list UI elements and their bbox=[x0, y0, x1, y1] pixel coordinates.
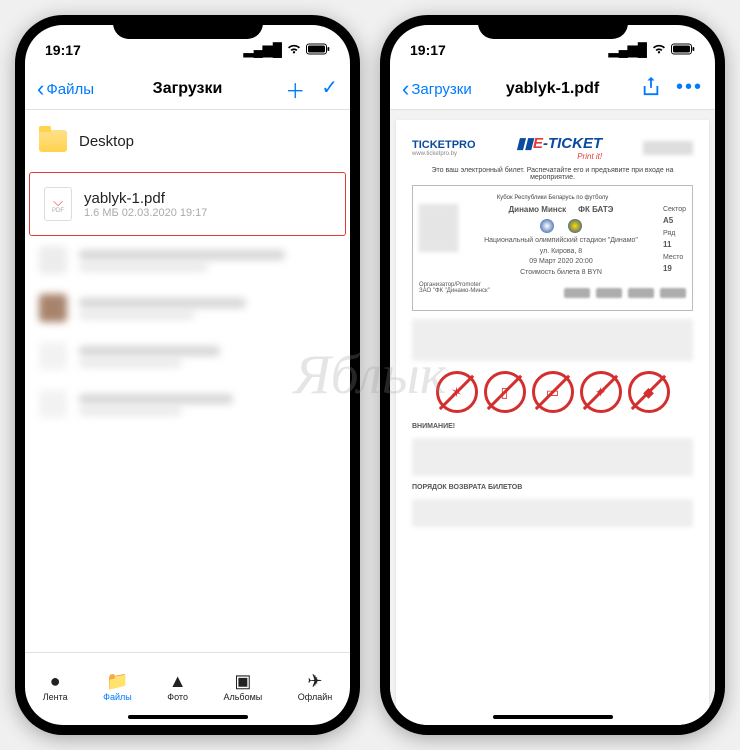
chevron-left-icon: ‹ bbox=[402, 78, 409, 100]
signal-icon: ▂▄▆█ bbox=[244, 42, 282, 58]
file-row-pdf[interactable]: ⌵PDF yablyk-1.pdf 1.6 МБ 02.03.2020 19:1… bbox=[29, 172, 346, 236]
more-button[interactable]: ••• bbox=[676, 76, 703, 102]
team-logo-icon bbox=[568, 219, 582, 233]
tab-offline[interactable]: ✈ Офлайн bbox=[298, 672, 332, 702]
share-button[interactable] bbox=[642, 76, 660, 102]
pdf-viewer[interactable]: TICKETPRO www.ticketpro.by ▮▮E-TICKET Pr… bbox=[390, 110, 715, 725]
photo-icon: ▲ bbox=[169, 672, 187, 690]
chevron-left-icon: ‹ bbox=[37, 78, 44, 100]
back-button[interactable]: ‹ Файлы bbox=[37, 78, 94, 100]
notch bbox=[478, 15, 628, 39]
add-button[interactable]: ＋ bbox=[285, 75, 305, 104]
file-list: Desktop ⌵PDF yablyk-1.pdf 1.6 МБ 02.03.2… bbox=[25, 110, 350, 652]
pdf-icon: ⌵PDF bbox=[44, 187, 72, 221]
file-meta: 1.6 МБ 02.03.2020 19:17 bbox=[84, 207, 331, 219]
list-item bbox=[25, 284, 350, 332]
refund-text bbox=[412, 499, 693, 527]
ticket-box: Кубок Республики Беларусь по футболу Дин… bbox=[412, 185, 693, 311]
no-bottles-icon: ▯ bbox=[484, 371, 526, 413]
files-icon: 📁 bbox=[106, 672, 128, 690]
phone-left: 19:17 ▂▄▆█ ‹ Файлы Загрузки ＋ ✓ bbox=[15, 15, 360, 735]
pdf-document: TICKETPRO www.ticketpro.by ▮▮E-TICKET Pr… bbox=[396, 120, 709, 725]
notch bbox=[113, 15, 263, 39]
no-glass-icon: ◆ bbox=[628, 371, 670, 413]
feed-icon: ● bbox=[50, 672, 61, 690]
doc-subtitle: Это ваш электронный билет. Распечатайте … bbox=[412, 167, 693, 181]
home-indicator[interactable] bbox=[493, 715, 613, 719]
warning-text bbox=[412, 438, 693, 476]
no-weapons-icon: ✶ bbox=[436, 371, 478, 413]
battery-icon bbox=[306, 43, 330, 58]
back-button[interactable]: ‹ Загрузки bbox=[402, 78, 472, 100]
list-item bbox=[25, 380, 350, 428]
confirm-button[interactable]: ✓ bbox=[321, 75, 338, 104]
battery-icon bbox=[671, 43, 695, 58]
back-label: Загрузки bbox=[411, 81, 471, 98]
team-logo-icon bbox=[540, 219, 554, 233]
tab-files[interactable]: 📁 Файлы bbox=[103, 672, 132, 702]
barcode-icon bbox=[419, 204, 459, 252]
phone-right: 19:17 ▂▄▆█ ‹ Загрузки yablyk-1.pdf bbox=[380, 15, 725, 735]
albums-icon: ▣ bbox=[234, 672, 251, 690]
back-label: Файлы bbox=[46, 81, 94, 98]
prohibition-icons: ✶ ▯ ▭ ✦ ◆ bbox=[412, 371, 693, 413]
team-away: ФК БАТЭ bbox=[578, 204, 613, 216]
no-fire-icon: ✦ bbox=[580, 371, 622, 413]
signal-icon: ▂▄▆█ bbox=[609, 42, 647, 58]
navbar: ‹ Файлы Загрузки ＋ ✓ bbox=[25, 69, 350, 110]
screen-right: 19:17 ▂▄▆█ ‹ Загрузки yablyk-1.pdf bbox=[390, 25, 715, 725]
home-indicator[interactable] bbox=[128, 715, 248, 719]
tab-feed[interactable]: ● Лента bbox=[43, 672, 68, 702]
folder-icon bbox=[39, 130, 67, 152]
page-title: yablyk-1.pdf bbox=[506, 80, 599, 98]
navbar: ‹ Загрузки yablyk-1.pdf ••• bbox=[390, 69, 715, 110]
page-title: Загрузки bbox=[153, 80, 223, 98]
tab-albums[interactable]: ▣ Альбомы bbox=[223, 672, 262, 702]
file-name: yablyk-1.pdf bbox=[84, 190, 331, 207]
sponsor-logos bbox=[564, 288, 686, 298]
screen-left: 19:17 ▂▄▆█ ‹ Файлы Загрузки ＋ ✓ bbox=[25, 25, 350, 725]
barcode-top bbox=[643, 141, 693, 155]
list-item bbox=[25, 332, 350, 380]
status-time: 19:17 bbox=[45, 42, 81, 58]
tab-bar: ● Лента 📁 Файлы ▲ Фото ▣ Альбомы ✈ Офлай… bbox=[25, 652, 350, 717]
folder-row[interactable]: Desktop bbox=[25, 110, 350, 172]
wifi-icon bbox=[286, 43, 302, 58]
seat-info: СекторA5 Ряд11 Место19 bbox=[663, 204, 686, 278]
refund-title: ПОРЯДОК ВОЗВРАТА БИЛЕТОВ bbox=[412, 484, 693, 491]
tab-photo[interactable]: ▲ Фото bbox=[167, 672, 188, 702]
eticket-logo: ▮▮E-TICKET bbox=[516, 135, 602, 152]
folder-name: Desktop bbox=[79, 133, 336, 150]
list-item bbox=[25, 236, 350, 284]
warning-title: ВНИМАНИЕ! bbox=[412, 423, 693, 430]
no-camera-icon: ▭ bbox=[532, 371, 574, 413]
offline-icon: ✈ bbox=[307, 672, 322, 690]
team-home: Динамо Минск bbox=[508, 204, 566, 216]
wifi-icon bbox=[651, 43, 667, 58]
ticketpro-logo: TICKETPRO bbox=[412, 139, 476, 151]
terms-text bbox=[412, 319, 693, 361]
status-time: 19:17 bbox=[410, 42, 446, 58]
